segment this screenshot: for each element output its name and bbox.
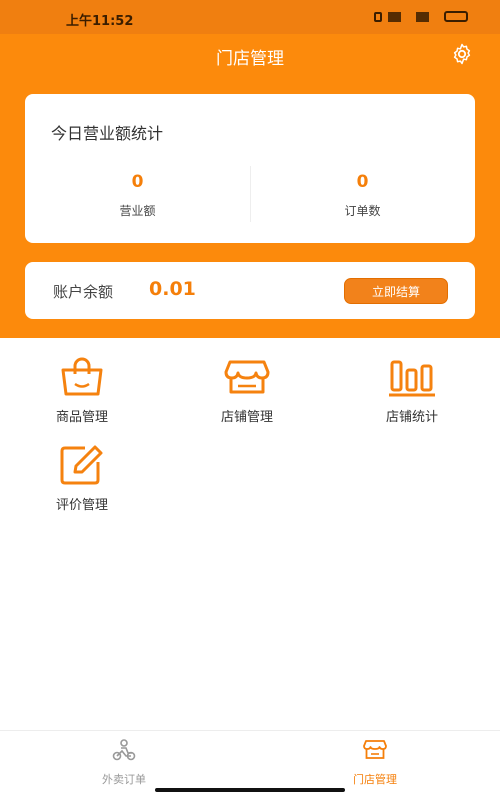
store-icon-tab	[363, 740, 387, 759]
balance-value: 0.01	[149, 278, 196, 300]
revenue-value: 0	[131, 172, 144, 192]
grid-item-product-management[interactable]: 商品管理	[22, 356, 142, 425]
grid-label-store: 店铺管理	[220, 410, 273, 425]
orders-label: 订单数	[344, 204, 381, 218]
battery-icon	[444, 11, 468, 22]
grid-label-product: 商品管理	[55, 410, 108, 425]
bluetooth-icon	[374, 11, 382, 22]
signal-icon	[388, 11, 410, 22]
signal-icon-2	[416, 11, 438, 22]
account-balance-card: 账户余额 0.01 立即结算	[25, 262, 475, 319]
grid-label-statistics: 店铺统计	[385, 410, 438, 425]
gear-icon[interactable]	[450, 42, 474, 66]
grid-item-review-management[interactable]: 评价管理	[22, 444, 142, 513]
balance-label: 账户余额	[53, 283, 114, 301]
status-time: 上午11:52	[66, 14, 134, 29]
orders-stat: 0 订单数	[250, 172, 475, 219]
grid-item-store-management[interactable]: 店铺管理	[187, 356, 307, 425]
revenue-stat: 0 营业额	[25, 172, 250, 219]
grid-label-review: 评价管理	[55, 498, 108, 513]
tab-label-orders: 外卖订单	[102, 773, 146, 786]
settle-now-button[interactable]: 立即结算	[344, 278, 448, 304]
bar-chart-icon	[389, 360, 435, 397]
home-indicator	[155, 788, 345, 792]
status-icons	[374, 11, 468, 22]
header: 门店管理	[0, 34, 500, 74]
tab-label-store: 门店管理	[353, 773, 397, 786]
store-icon	[224, 360, 270, 394]
grid-item-store-statistics[interactable]: 店铺统计	[352, 356, 472, 425]
status-bar: 上午11:52	[0, 0, 500, 34]
edit-icon	[60, 445, 103, 485]
revenue-label: 营业额	[119, 204, 156, 218]
shopping-bag-icon	[61, 357, 103, 396]
stats-title: 今日营业额统计	[51, 124, 164, 143]
delivery-rider-icon	[112, 739, 136, 761]
tab-takeout-orders[interactable]: 外卖订单	[74, 739, 174, 787]
daily-revenue-card: 今日营业额统计 0 营业额 0 订单数	[25, 94, 475, 243]
page-title: 门店管理	[216, 49, 284, 69]
orders-value: 0	[356, 172, 369, 192]
tab-store-management[interactable]: 门店管理	[325, 739, 425, 787]
